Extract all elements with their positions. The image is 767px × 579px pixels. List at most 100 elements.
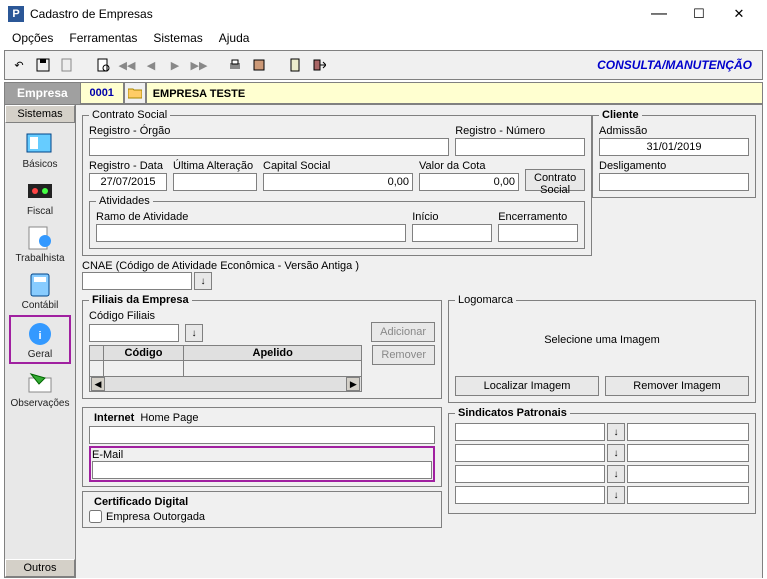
sidebar: Sistemas Básicos Fiscal Trabalhista Cont… <box>4 104 76 578</box>
filiais-table: Código Apelido <box>89 345 362 377</box>
contrato-legend: Contrato Social <box>89 109 170 121</box>
trabalhista-icon <box>23 223 57 253</box>
new-icon[interactable] <box>56 54 78 76</box>
admissao-input[interactable] <box>599 138 749 156</box>
cnae-input[interactable] <box>82 272 192 290</box>
capital-input[interactable] <box>263 173 413 191</box>
sind-desc-2[interactable] <box>627 444 749 462</box>
sidebar-item-fiscal[interactable]: Fiscal <box>9 174 71 219</box>
atividades-legend: Atividades <box>96 195 153 207</box>
fiscal-icon <box>23 176 57 206</box>
menu-ajuda[interactable]: Ajuda <box>211 29 258 47</box>
localizar-imagem-button[interactable]: Localizar Imagem <box>455 376 599 396</box>
internet-legend: Internet <box>91 412 137 424</box>
valor-cota-input[interactable] <box>419 173 519 191</box>
sidebar-item-basicos[interactable]: Básicos <box>9 127 71 172</box>
contrato-social-button[interactable]: Contrato Social <box>525 169 585 191</box>
scroll-left-icon[interactable]: ◀ <box>91 377 105 391</box>
reg-numero-input[interactable] <box>455 138 585 156</box>
th-codigo[interactable]: Código <box>104 346 184 361</box>
sind-code-3[interactable] <box>455 465 605 483</box>
sind-dd-1-icon[interactable]: ↓ <box>607 423 625 441</box>
last-icon[interactable]: ▶▶ <box>188 54 210 76</box>
next-icon[interactable]: ▶ <box>164 54 186 76</box>
ramo-input[interactable] <box>96 224 406 242</box>
logo-legend: Logomarca <box>455 294 516 306</box>
basicos-icon <box>23 129 57 159</box>
scroll-right-icon[interactable]: ▶ <box>346 377 360 391</box>
sind-dd-2-icon[interactable]: ↓ <box>607 444 625 462</box>
first-icon[interactable]: ◀◀ <box>116 54 138 76</box>
toolbar: ↶ ◀◀ ◀ ▶ ▶▶ CONSULTA/MANUTENÇÃO <box>4 50 763 80</box>
sind-desc-1[interactable] <box>627 423 749 441</box>
hscrollbar[interactable]: ◀ ▶ <box>89 376 362 392</box>
sind-desc-3[interactable] <box>627 465 749 483</box>
undo-icon[interactable]: ↶ <box>8 54 30 76</box>
tool2-icon[interactable] <box>284 54 306 76</box>
menu-ferramentas[interactable]: Ferramentas <box>61 29 145 47</box>
company-tab[interactable]: Empresa <box>4 82 80 104</box>
sidebar-item-geral[interactable]: i Geral <box>9 315 71 364</box>
reg-numero-label: Registro - Número <box>455 125 585 137</box>
sind-desc-4[interactable] <box>627 486 749 504</box>
sidebar-item-observacoes[interactable]: Observações <box>9 366 71 411</box>
codigo-filiais-label: Código Filiais <box>89 310 155 322</box>
sind-code-2[interactable] <box>455 444 605 462</box>
sidebar-tab-outros[interactable]: Outros <box>5 559 75 577</box>
codigo-filiais-dropdown-icon[interactable]: ↓ <box>185 324 203 342</box>
sind-code-1[interactable] <box>455 423 605 441</box>
sind-dd-3-icon[interactable]: ↓ <box>607 465 625 483</box>
tool1-icon[interactable] <box>248 54 270 76</box>
sind-code-4[interactable] <box>455 486 605 504</box>
exit-icon[interactable] <box>308 54 330 76</box>
sidebar-item-trabalhista[interactable]: Trabalhista <box>9 221 71 266</box>
ult-alt-input[interactable] <box>173 173 257 191</box>
print-icon[interactable] <box>224 54 246 76</box>
logomarca-group: Logomarca Selecione uma Imagem Localizar… <box>448 294 756 403</box>
adicionar-button[interactable]: Adicionar <box>371 322 435 342</box>
admissao-label: Admissão <box>599 125 749 137</box>
email-input[interactable] <box>92 461 432 479</box>
close-button[interactable]: ✕ <box>719 2 759 26</box>
save-icon[interactable] <box>32 54 54 76</box>
inicio-input[interactable] <box>412 224 492 242</box>
company-name[interactable]: EMPRESA TESTE <box>146 82 763 104</box>
codigo-filiais-input[interactable] <box>89 324 179 342</box>
valor-cota-label: Valor da Cota <box>419 160 519 172</box>
filiais-legend: Filiais da Empresa <box>89 294 192 306</box>
sidebar-item-contabil[interactable]: Contábil <box>9 268 71 313</box>
table-row[interactable] <box>90 361 362 377</box>
geral-icon: i <box>23 319 57 349</box>
remover-imagem-button[interactable]: Remover Imagem <box>605 376 749 396</box>
app-icon: P <box>8 6 24 22</box>
window-title: Cadastro de Empresas <box>30 7 639 21</box>
titlebar: P Cadastro de Empresas — ☐ ✕ <box>0 0 767 28</box>
outorgada-checkbox[interactable] <box>89 510 102 523</box>
contabil-icon <box>23 270 57 300</box>
deslig-input[interactable] <box>599 173 749 191</box>
sidebar-tab-sistemas[interactable]: Sistemas <box>5 105 75 123</box>
cnae-dropdown-icon[interactable]: ↓ <box>194 272 212 290</box>
company-code[interactable]: 0001 <box>80 82 124 104</box>
encerr-input[interactable] <box>498 224 578 242</box>
reg-data-input[interactable] <box>89 173 167 191</box>
remover-button[interactable]: Remover <box>372 345 435 365</box>
menu-sistemas[interactable]: Sistemas <box>145 29 210 47</box>
internet-group: Internet Home Page E-Mail <box>82 407 442 487</box>
th-apelido[interactable]: Apelido <box>184 346 362 361</box>
logo-placeholder[interactable]: Selecione uma Imagem <box>455 310 749 370</box>
encerr-label: Encerramento <box>498 211 578 223</box>
outorgada-checkbox-row[interactable]: Empresa Outorgada <box>89 510 435 523</box>
sind-dd-4-icon[interactable]: ↓ <box>607 486 625 504</box>
filiais-group: Filiais da Empresa Código Filiais ↓ Adic… <box>82 294 442 399</box>
observacoes-icon <box>23 368 57 398</box>
maximize-button[interactable]: ☐ <box>679 2 719 26</box>
homepage-input[interactable] <box>89 426 435 444</box>
menu-opcoes[interactable]: Opções <box>4 29 61 47</box>
minimize-button[interactable]: — <box>639 2 679 26</box>
prev-icon[interactable]: ◀ <box>140 54 162 76</box>
open-company-icon[interactable] <box>124 82 146 104</box>
content-area: Contrato Social Registro - Órgão Registr… <box>76 104 763 578</box>
reg-orgao-input[interactable] <box>89 138 449 156</box>
preview-icon[interactable] <box>92 54 114 76</box>
